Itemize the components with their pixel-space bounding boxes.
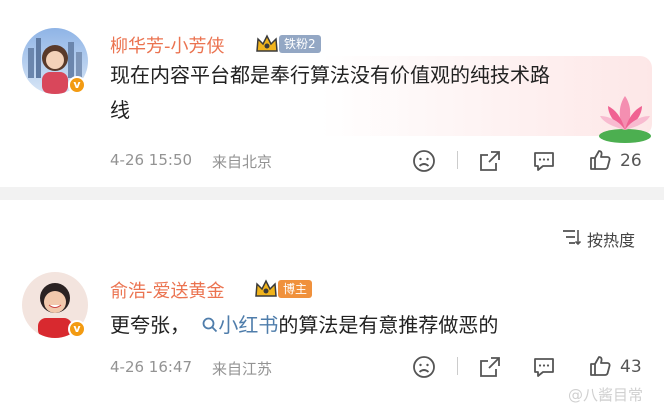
action-separator (457, 357, 458, 375)
comment-text-suffix: 的算法是有意推荐做恶的 (278, 313, 499, 337)
sad-face-icon[interactable] (412, 149, 436, 173)
sort-label: 按热度 (587, 231, 636, 250)
watermark: @八酱目常 (568, 386, 644, 404)
share-icon[interactable] (478, 355, 502, 379)
search-icon (202, 317, 218, 333)
comment-text: 现在内容平台都是奉行算法没有价值观的纯技术路线 (110, 63, 550, 122)
comment-icon[interactable] (532, 149, 556, 173)
like-count: 43 (620, 357, 642, 377)
comment-text-prefix: 更夸张， (110, 313, 190, 337)
verified-badge: v (68, 76, 86, 94)
share-icon[interactable] (478, 149, 502, 173)
sort-icon (563, 230, 581, 246)
thumbs-up-icon[interactable] (588, 148, 612, 172)
sad-face-icon[interactable] (412, 355, 436, 379)
action-separator (457, 151, 458, 169)
username[interactable]: 俞浩-爱送黄金 (110, 277, 225, 303)
comment-time: 4-26 15:50 (110, 151, 193, 169)
crown-icon (256, 34, 278, 52)
verified-badge: v (68, 320, 86, 338)
like-count: 26 (620, 151, 642, 171)
username[interactable]: 柳华芳-小芳侠 (110, 32, 225, 58)
lotus-sticker (599, 96, 651, 143)
topic-label: 小红书 (218, 313, 279, 337)
fan-badge: 铁粉2 (279, 35, 321, 53)
topic-link[interactable]: 小红书 (196, 313, 278, 337)
comment-location: 来自北京 (212, 153, 273, 171)
comment-text: 更夸张， 小红书的算法是有意推荐做恶的 (110, 308, 498, 343)
crown-icon (255, 279, 277, 297)
section-divider (0, 187, 664, 200)
comment-location: 来自江苏 (212, 360, 273, 378)
thumbs-up-icon[interactable] (588, 354, 612, 378)
host-badge: 博主 (278, 280, 313, 298)
comment-icon[interactable] (532, 355, 556, 379)
comment-time: 4-26 16:47 (110, 358, 193, 376)
